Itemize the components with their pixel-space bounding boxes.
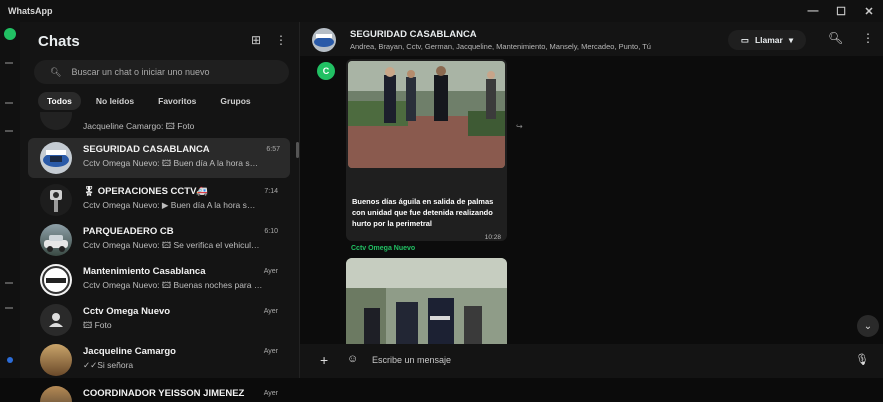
- search-placeholder: Buscar un chat o iniciar uno nuevo: [71, 67, 210, 77]
- menu-icon[interactable]: ⋮: [275, 33, 287, 47]
- video-call-icon: ▭: [740, 34, 749, 45]
- filter-unread[interactable]: No leídos: [87, 92, 143, 110]
- chat-avatar: [40, 304, 72, 336]
- sidebar-title: Chats: [38, 32, 80, 50]
- profile-avatar[interactable]: [7, 357, 13, 363]
- group-logo-icon: [43, 150, 69, 167]
- attach-icon[interactable]: +: [320, 352, 328, 368]
- chat-avatar: [40, 386, 72, 402]
- sticker-icon[interactable]: ☺: [347, 353, 358, 365]
- chat-preview: Cctv Omega Nuevo: 🖾 Buen día A la hora s…: [83, 158, 259, 168]
- group-logo-icon: [314, 34, 334, 47]
- scroll-down-button[interactable]: ⌄: [857, 315, 879, 337]
- search-icon: 🔍︎: [50, 66, 62, 77]
- group-name: SEGURIDAD CASABLANCA: [350, 29, 477, 40]
- filter-favorites[interactable]: Favoritos: [149, 92, 205, 110]
- call-label: Llamar: [754, 35, 783, 45]
- chat-preview: 🖾 Foto: [83, 320, 112, 330]
- chat-sidebar: Chats ⊞ ⋮ 🔍︎ Buscar un chat o iniciar un…: [20, 22, 300, 402]
- forward-icon[interactable]: ↪: [516, 122, 523, 131]
- chat-time: Ayer: [263, 268, 278, 275]
- microphone-icon[interactable]: 🎙︎: [855, 353, 869, 366]
- chat-avatar: [40, 142, 72, 174]
- chat-time: Ayer: [263, 348, 278, 355]
- chat-item[interactable]: Mantenimiento Casablanca Cctv Omega Nuev…: [20, 260, 290, 300]
- conversation-panel: SEGURIDAD CASABLANCA Andrea, Brayan, Cct…: [300, 22, 883, 378]
- chat-item[interactable]: Jacqueline Camargo: 🖾 Foto: [20, 112, 290, 134]
- chat-name: Cctv Omega Nuevo: [83, 306, 171, 317]
- chat-name: COORDINADOR YEISSON JIMENEZ: [83, 388, 245, 399]
- chat-time: 7:14: [264, 188, 278, 195]
- chat-preview: Cctv Omega Nuevo: ▶ Buen día A la hora s…: [83, 200, 256, 210]
- chat-item-seguridad-casablanca[interactable]: SEGURIDAD CASABLANCA Cctv Omega Nuevo: 🖾…: [28, 138, 290, 178]
- chat-item[interactable]: Cctv Omega Nuevo 🖾 Foto Ayer: [20, 300, 290, 340]
- settings-nav-icon[interactable]: [5, 282, 13, 284]
- navigation-rail: [0, 22, 20, 378]
- chat-preview: ✓✓Si señora: [83, 360, 134, 370]
- cctv-camera-icon: [50, 190, 62, 212]
- message-bubble[interactable]: Buenos días águila en salida de palmas c…: [346, 59, 507, 241]
- close-button[interactable]: ✕: [855, 0, 883, 22]
- message-photo[interactable]: [348, 61, 505, 168]
- message-input[interactable]: Escribe un mensaje: [372, 355, 451, 365]
- filter-all[interactable]: Todos: [38, 92, 81, 110]
- message-bubble[interactable]: [346, 258, 507, 344]
- profile-nav-icon[interactable]: [5, 307, 13, 309]
- minimize-button[interactable]: —: [799, 0, 827, 22]
- chat-item[interactable]: PARQUEADERO CB Cctv Omega Nuevo: 🖾 Se ve…: [20, 220, 290, 260]
- sender-avatar[interactable]: C: [317, 62, 335, 80]
- maintenance-logo-icon: [42, 266, 70, 294]
- chat-name: 🎖 OPERACIONES CCTV🚑: [83, 186, 209, 197]
- chat-avatar: [40, 184, 72, 216]
- default-user-icon: [49, 313, 63, 327]
- chat-item[interactable]: COORDINADOR YEISSON JIMENEZ Ayer: [20, 380, 290, 402]
- security-scene-photo: [348, 61, 505, 168]
- window-controls: — ☐ ✕: [799, 0, 883, 22]
- new-chat-icon[interactable]: ⊞: [251, 33, 261, 47]
- chat-name: PARQUEADERO CB: [83, 226, 174, 237]
- window-title: WhatsApp: [8, 6, 53, 16]
- chat-preview: Cctv Omega Nuevo: 🖾 Buenas noches para …: [83, 280, 263, 290]
- search-messages-icon[interactable]: 🔍︎: [828, 31, 843, 45]
- chat-item[interactable]: Jacqueline Camargo ✓✓Si señora Ayer: [20, 340, 290, 380]
- chat-preview: Cctv Omega Nuevo: 🖾 Se verifica el vehic…: [83, 240, 260, 250]
- window-titlebar: WhatsApp — ☐ ✕: [0, 0, 883, 22]
- chat-avatar: [40, 264, 72, 296]
- chat-item[interactable]: 🎖 OPERACIONES CCTV🚑 Cctv Omega Nuevo: ▶ …: [20, 180, 290, 220]
- chat-name: Jacqueline Camargo: [83, 346, 176, 357]
- search-input[interactable]: 🔍︎ Buscar un chat o iniciar uno nuevo: [34, 60, 289, 84]
- car-icon: [44, 235, 68, 252]
- channels-nav-icon[interactable]: [5, 102, 13, 104]
- conversation-menu-icon[interactable]: ⋮: [862, 31, 874, 45]
- group-members: Andrea, Brayan, Cctv, German, Jacqueline…: [350, 42, 651, 51]
- communities-nav-icon[interactable]: [5, 130, 13, 132]
- chevron-down-icon: ▾: [788, 34, 794, 45]
- conversation-header[interactable]: SEGURIDAD CASABLANCA Andrea, Brayan, Cct…: [300, 22, 883, 56]
- group-avatar[interactable]: [312, 28, 336, 52]
- maximize-button[interactable]: ☐: [827, 0, 855, 22]
- filter-groups[interactable]: Grupos: [211, 92, 259, 110]
- message-text: Buenos días águila en salida de palmas c…: [352, 197, 494, 228]
- message-time: 10:28: [484, 234, 501, 241]
- message-photo[interactable]: [346, 258, 507, 344]
- chat-avatar: [40, 224, 72, 256]
- chats-nav-icon[interactable]: [4, 28, 16, 40]
- status-nav-icon[interactable]: [5, 62, 13, 64]
- chat-name: SEGURIDAD CASABLANCA: [83, 144, 210, 155]
- chat-time: Ayer: [263, 390, 278, 397]
- chat-name: Mantenimiento Casablanca: [83, 266, 206, 277]
- chat-time: 6:10: [264, 228, 278, 235]
- message-sender-name: Cctv Omega Nuevo: [351, 245, 416, 252]
- sidebar-scrollbar[interactable]: [296, 142, 299, 158]
- chat-preview: Jacqueline Camargo: 🖾 Foto: [83, 121, 195, 131]
- chat-time: Ayer: [263, 308, 278, 315]
- filter-chips: Todos No leídos Favoritos Grupos: [20, 84, 299, 112]
- sidebar-header: Chats ⊞ ⋮: [20, 22, 299, 60]
- message-composer: + ☺ Escribe un mensaje 🎙︎: [300, 344, 883, 378]
- chat-time: 6:57: [266, 146, 280, 153]
- chat-avatar: [40, 344, 72, 376]
- call-button[interactable]: ▭ Llamar ▾: [728, 30, 806, 50]
- sidebar-actions: ⊞ ⋮: [251, 33, 287, 47]
- chat-avatar: [40, 112, 72, 130]
